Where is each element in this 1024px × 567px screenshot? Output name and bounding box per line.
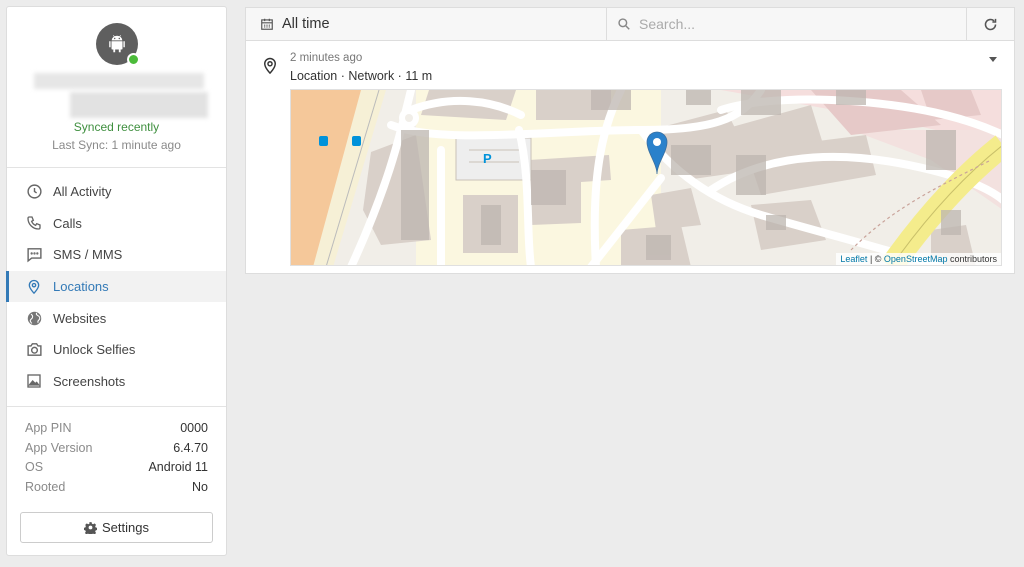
sidebar-item-unlock-selfies[interactable]: Unlock Selfies bbox=[7, 334, 226, 366]
sync-status: Synced recently bbox=[73, 120, 160, 134]
info-key: Rooted bbox=[25, 479, 66, 494]
entry-timestamp: 2 minutes ago bbox=[290, 52, 363, 64]
camera-icon bbox=[25, 341, 43, 359]
location-map[interactable]: Leaflet | © OpenStreetMap contributors P bbox=[290, 89, 1002, 266]
info-row-os: OS Android 11 bbox=[25, 460, 208, 480]
search-box bbox=[607, 8, 967, 40]
device-profile: Synced recently Last Sync: 1 minute ago bbox=[7, 7, 226, 168]
info-key: App Version bbox=[25, 440, 93, 455]
map-attribution: Leaflet | © OpenStreetMap contributors bbox=[836, 253, 1001, 265]
sidebar: Synced recently Last Sync: 1 minute ago … bbox=[6, 6, 227, 556]
sidebar-item-label: Locations bbox=[53, 279, 109, 295]
info-value: No bbox=[192, 479, 208, 494]
search-input[interactable] bbox=[639, 16, 939, 32]
sidebar-item-label: All Activity bbox=[53, 184, 112, 200]
info-row-rooted: Rooted No bbox=[25, 480, 208, 500]
attrib-suffix: contributors bbox=[947, 254, 997, 264]
sidebar-item-calls[interactable]: Calls bbox=[7, 208, 226, 240]
android-icon bbox=[109, 35, 125, 53]
attrib-separator: | © bbox=[867, 254, 884, 264]
search-icon bbox=[618, 18, 630, 30]
settings-button[interactable]: Settings bbox=[20, 512, 213, 543]
refresh-button[interactable] bbox=[967, 8, 1014, 40]
last-sync: Last Sync: 1 minute ago bbox=[52, 138, 181, 152]
expand-caret-icon[interactable] bbox=[989, 57, 997, 62]
map-pin-icon bbox=[264, 57, 276, 75]
globe-icon bbox=[25, 309, 43, 327]
sidebar-item-label: Unlock Selfies bbox=[53, 342, 136, 358]
info-value: Android 11 bbox=[148, 460, 208, 475]
map-tiles bbox=[291, 90, 1001, 265]
leaflet-link[interactable]: Leaflet bbox=[840, 254, 867, 264]
sidebar-item-all-activity[interactable]: All Activity bbox=[7, 176, 226, 208]
map-pin-icon bbox=[25, 278, 43, 296]
image-icon bbox=[25, 372, 43, 390]
settings-label: Settings bbox=[102, 520, 149, 535]
calendar-icon bbox=[261, 18, 273, 30]
info-value: 0000 bbox=[180, 421, 208, 435]
sidebar-item-screenshots[interactable]: Screenshots bbox=[7, 366, 226, 398]
clock-icon bbox=[25, 183, 43, 201]
message-icon bbox=[25, 246, 43, 264]
info-row-app-pin: App PIN 0000 bbox=[25, 421, 208, 441]
date-range-selector[interactable]: All time bbox=[246, 8, 607, 40]
toolbar: All time bbox=[245, 7, 1015, 41]
sidebar-nav: All Activity Calls SMS / MMS Locations W… bbox=[6, 168, 226, 407]
openstreetmap-link[interactable]: OpenStreetMap bbox=[884, 254, 948, 264]
sidebar-item-label: Calls bbox=[53, 215, 82, 231]
sidebar-item-locations[interactable]: Locations bbox=[6, 270, 226, 303]
info-key: OS bbox=[25, 460, 44, 475]
date-range-label: All time bbox=[282, 16, 330, 32]
gear-icon bbox=[84, 522, 97, 534]
device-avatar bbox=[96, 23, 140, 66]
redacted-device-name bbox=[34, 73, 204, 89]
refresh-icon bbox=[984, 18, 997, 30]
online-status-dot bbox=[127, 53, 140, 66]
sidebar-item-label: Screenshots bbox=[53, 373, 126, 389]
sidebar-item-label: Websites bbox=[53, 310, 107, 326]
redacted-device-name bbox=[70, 92, 208, 118]
sidebar-item-label: SMS / MMS bbox=[53, 247, 123, 263]
location-entry-card: 2 minutes ago Location · Network · 11 m bbox=[245, 41, 1015, 274]
device-info: App PIN 0000 App Version 6.4.70 OS Andro… bbox=[7, 407, 226, 499]
info-row-app-version: App Version 6.4.70 bbox=[25, 441, 208, 461]
entry-details: Location · Network · 11 m bbox=[290, 69, 433, 83]
phone-icon bbox=[25, 214, 43, 232]
info-key: App PIN bbox=[25, 421, 72, 435]
sidebar-item-websites[interactable]: Websites bbox=[7, 302, 226, 334]
info-value: 6.4.70 bbox=[173, 440, 208, 455]
sidebar-item-sms-mms[interactable]: SMS / MMS bbox=[7, 239, 226, 271]
parking-label: P bbox=[483, 151, 492, 166]
